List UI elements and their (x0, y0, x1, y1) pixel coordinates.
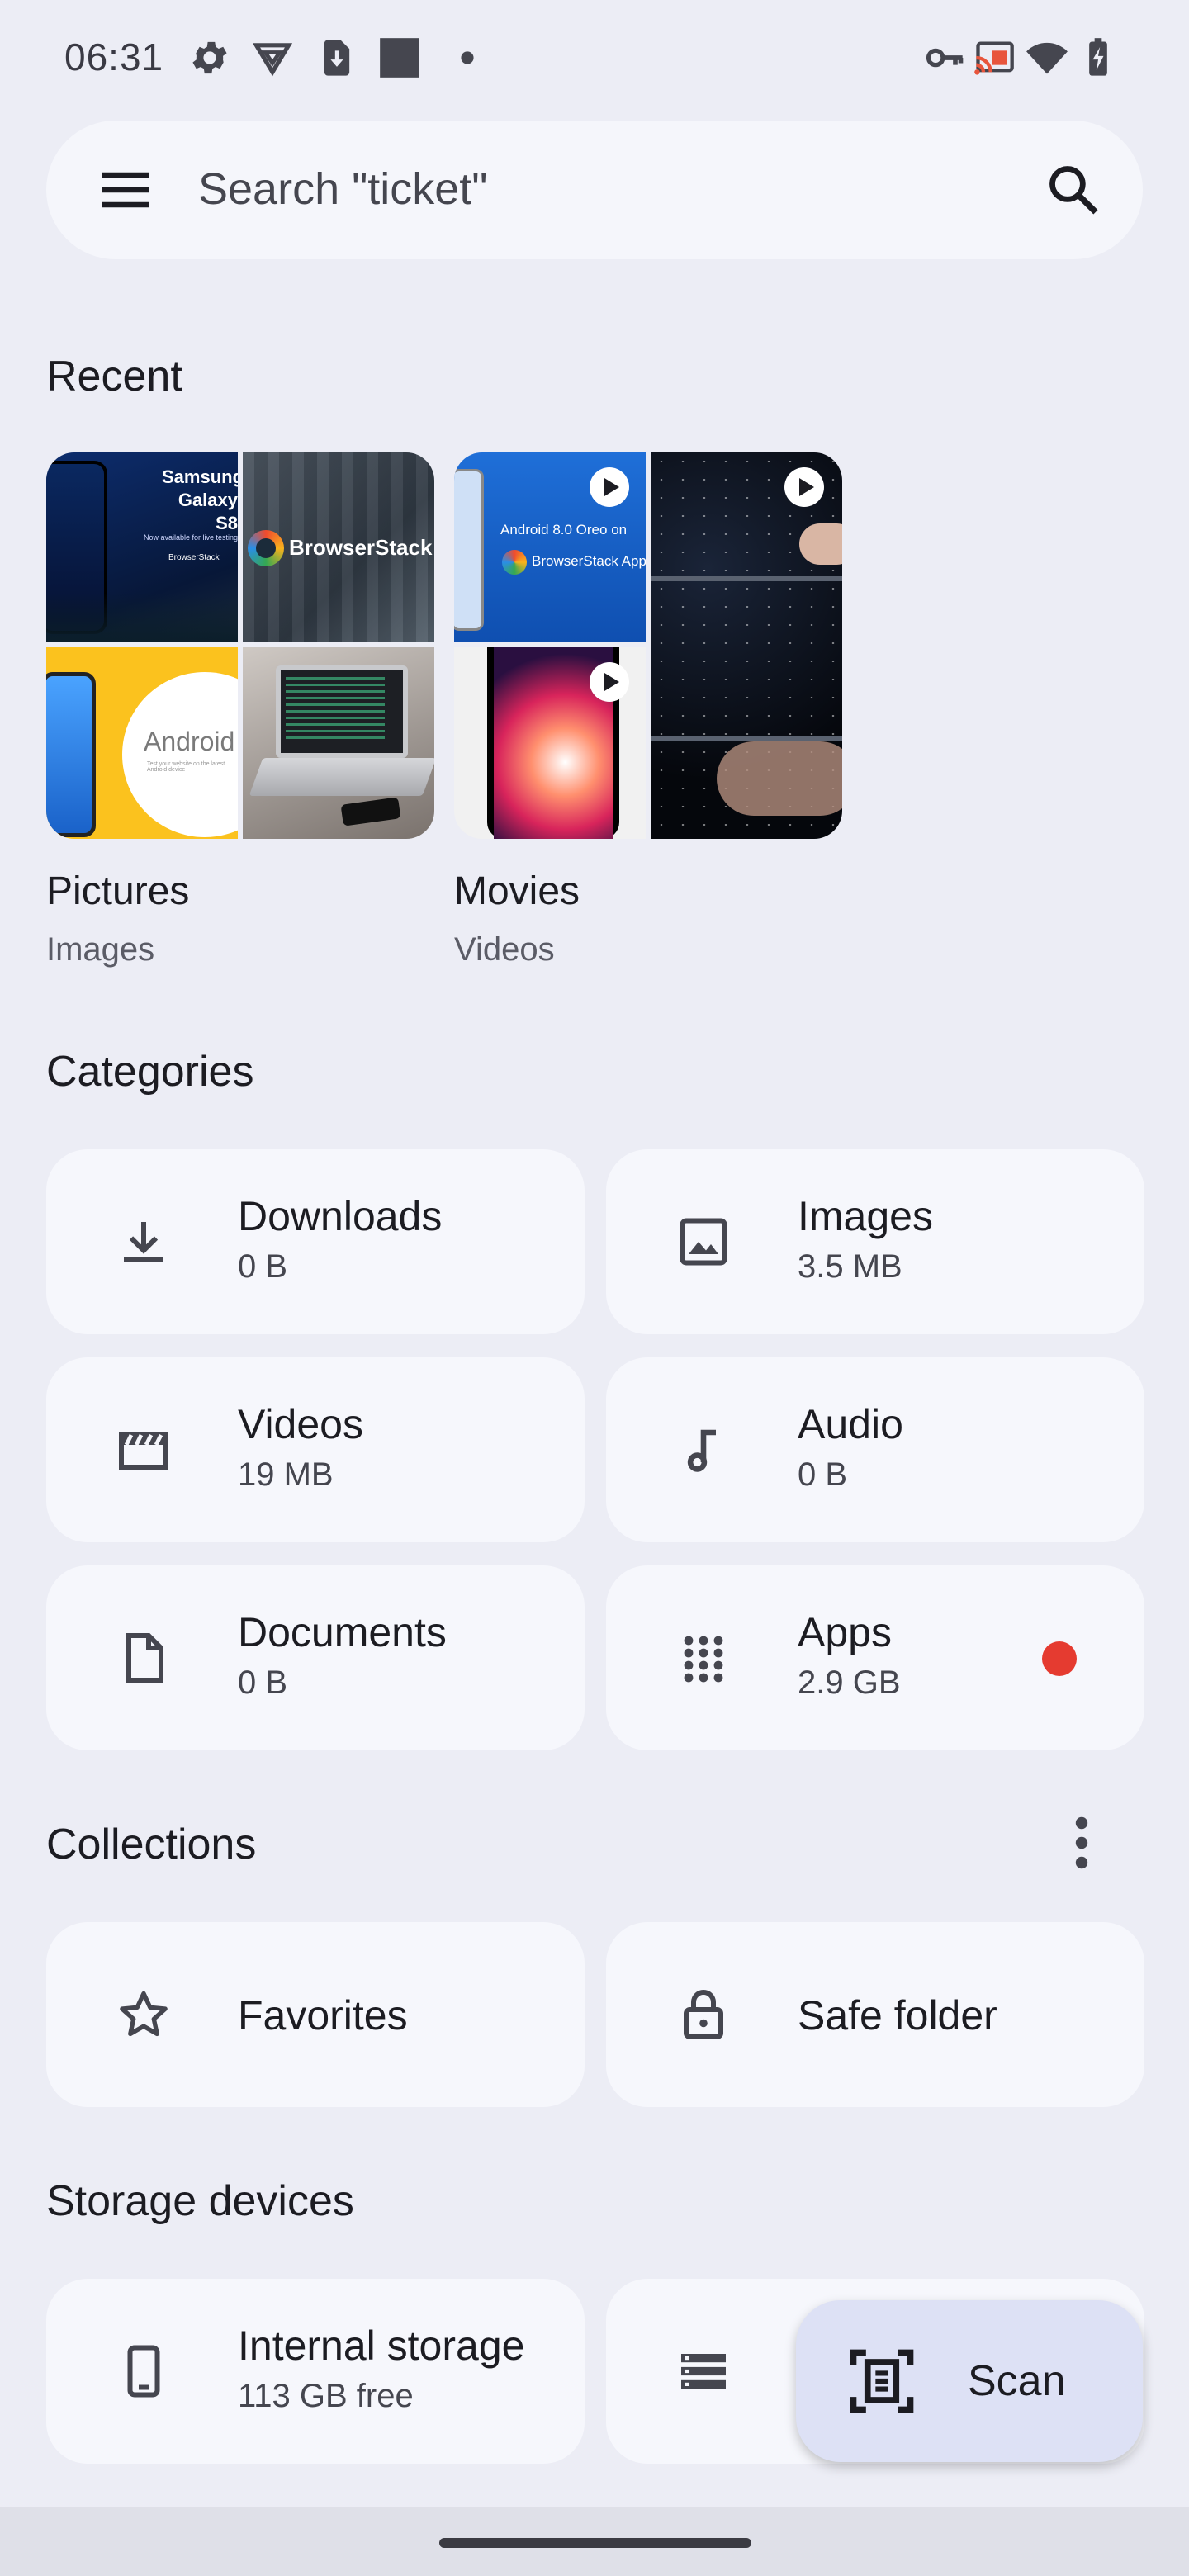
dot-icon (446, 36, 489, 79)
magnifier-icon[interactable] (1045, 162, 1101, 218)
oreo-video-title: Android 8.0 Oreo on (500, 522, 628, 537)
recent-movies-label[interactable]: Movies (454, 869, 580, 914)
search-bar[interactable]: Search "ticket" (46, 121, 1143, 259)
galaxy-s8-title: Samsung Galaxy S8 (162, 466, 238, 533)
laptop-thumb (243, 647, 434, 839)
oreo-video-thumb: Android 8.0 Oreo on BrowserStack App Liv… (454, 452, 646, 642)
play-icon (590, 662, 629, 702)
more-vert-icon[interactable] (1065, 1813, 1098, 1873)
lock-icon (674, 1985, 733, 2044)
oreo-video-brand: BrowserStack App Live (532, 553, 646, 569)
category-images[interactable]: Images 3.5 MB (606, 1149, 1144, 1334)
iphone-video-thumb (454, 647, 646, 839)
recent-movies-sublabel: Videos (454, 931, 555, 968)
document-scan-icon (844, 2343, 920, 2419)
collection-name: Favorites (238, 1992, 408, 2039)
storage-title: Storage devices (46, 2177, 354, 2225)
collection-name: Safe folder (798, 1992, 997, 2039)
galaxy-s8-thumb: Samsung Galaxy S8 Now available for live … (46, 452, 238, 642)
browserstack-logo-text: BrowserStack (289, 535, 433, 560)
category-name: Apps (798, 1609, 892, 1655)
category-size: 0 B (238, 1664, 288, 1701)
collection-safe-folder[interactable]: Safe folder (606, 1922, 1144, 2107)
cast-icon (973, 36, 1016, 79)
image-icon (674, 1212, 733, 1271)
recent-pictures-label[interactable]: Pictures (46, 869, 189, 914)
phone-icon (114, 2342, 173, 2401)
category-name: Downloads (238, 1193, 443, 1239)
category-size: 0 B (238, 1248, 288, 1285)
square-notification-icon (378, 36, 421, 79)
category-name: Videos (238, 1401, 363, 1447)
star-icon (114, 1985, 173, 2044)
category-name: Documents (238, 1609, 447, 1655)
clapperboard-icon (114, 1420, 173, 1480)
wifi-icon (1026, 36, 1068, 79)
recent-pictures-thumbnail[interactable]: Samsung Galaxy S8 Now available for live … (46, 452, 434, 839)
download-icon (315, 36, 358, 79)
storage-internal[interactable]: Internal storage 113 GB free (46, 2279, 585, 2464)
hamburger-menu-icon[interactable] (99, 163, 152, 216)
recent-title: Recent (46, 353, 182, 400)
categories-title: Categories (46, 1048, 254, 1096)
download-tray-icon (114, 1212, 173, 1271)
gesture-nav-bar (0, 2507, 1189, 2576)
vpn-shield-icon (251, 36, 294, 79)
android-o-text: Android O (144, 727, 238, 756)
home-handle[interactable] (439, 2538, 751, 2548)
apps-grid-icon (674, 1628, 733, 1688)
scan-button[interactable]: Scan (796, 2300, 1143, 2462)
night-sky-video-thumb (651, 452, 842, 839)
android-o-thumb: Android O Test your website on the lates… (46, 647, 238, 839)
collections-title: Collections (46, 1821, 257, 1868)
notification-badge (1042, 1641, 1077, 1676)
settings-icon (188, 36, 231, 79)
battery-icon (1077, 36, 1120, 79)
scan-label: Scan (968, 2357, 1066, 2405)
search-input[interactable]: Search "ticket" (198, 163, 487, 215)
category-size: 0 B (798, 1456, 848, 1493)
galaxy-s8-brand: BrowserStack (168, 553, 220, 562)
category-name: Audio (798, 1401, 903, 1447)
collection-favorites[interactable]: Favorites (46, 1922, 585, 2107)
galaxy-s8-caption: Now available for live testing (144, 533, 238, 542)
browserstack-city-thumb: BrowserStack (243, 452, 434, 642)
category-downloads[interactable]: Downloads 0 B (46, 1149, 585, 1334)
category-name: Images (798, 1193, 933, 1239)
category-size: 3.5 MB (798, 1248, 902, 1285)
recent-pictures-sublabel: Images (46, 931, 155, 968)
category-size: 19 MB (238, 1456, 334, 1493)
status-bar: 06:31 (0, 0, 1189, 116)
status-time: 06:31 (64, 36, 164, 78)
category-apps[interactable]: Apps 2.9 GB (606, 1565, 1144, 1750)
document-icon (114, 1628, 173, 1688)
storage-list-icon (674, 2342, 733, 2401)
storage-name: Internal storage (238, 2323, 525, 2369)
recent-movies-thumbnail[interactable]: Android 8.0 Oreo on BrowserStack App Liv… (454, 452, 842, 839)
category-documents[interactable]: Documents 0 B (46, 1565, 585, 1750)
play-icon (590, 467, 629, 507)
category-audio[interactable]: Audio 0 B (606, 1357, 1144, 1542)
category-videos[interactable]: Videos 19 MB (46, 1357, 585, 1542)
music-note-icon (674, 1420, 733, 1480)
play-icon (784, 467, 824, 507)
android-o-caption: Test your website on the latest Android … (147, 761, 225, 773)
key-icon (923, 36, 966, 79)
storage-free: 113 GB free (238, 2378, 414, 2414)
category-size: 2.9 GB (798, 1664, 901, 1701)
